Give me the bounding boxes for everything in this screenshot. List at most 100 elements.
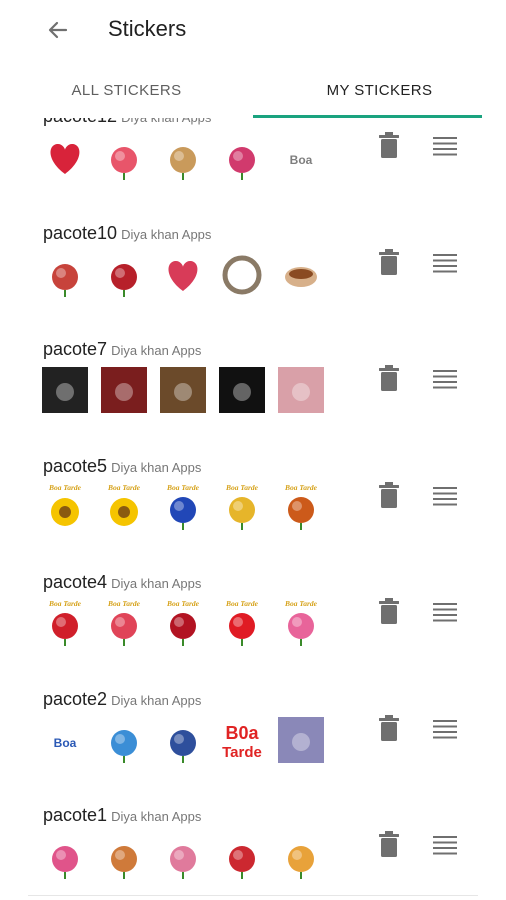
blue-rose-sticker: Boa Tarde [158, 482, 208, 532]
roses-card-sticker [99, 365, 149, 415]
pack-header: pacote5 Diya khan Apps [43, 456, 201, 477]
tab-bar: ALL STICKERS MY STICKERS [0, 62, 506, 118]
pack-header: pacote7 Diya khan Apps [43, 339, 201, 360]
back-arrow-icon[interactable] [42, 14, 74, 46]
boa-tarde-text-sticker: Boa [40, 715, 90, 765]
sticker-pack-row[interactable]: pacote1 Diya khan Apps [0, 805, 506, 900]
window-flowers-sticker [276, 715, 326, 765]
delete-icon[interactable] [378, 248, 400, 275]
svg-text:B0a: B0a [225, 723, 259, 743]
delete-icon[interactable] [378, 132, 400, 158]
flower-basket-sticker [217, 132, 267, 182]
app-bar: Stickers [0, 0, 506, 62]
sticker-pack-list[interactable]: pacote12Diya khan AppsBoapacote10Diya kh… [0, 118, 506, 900]
pack-name: pacote2 [43, 688, 108, 709]
pack-author: Diya khan Apps [111, 343, 202, 358]
drag-handle-icon[interactable] [433, 136, 457, 156]
pink-flowers-sticker [276, 365, 326, 415]
pack-name: pacote12 [43, 118, 117, 126]
sticker-pack-row[interactable]: pacote2 Diya khan Apps Boa B0a Tarde [0, 689, 506, 806]
boa-tarde-text-sticker: B0a Tarde [217, 715, 267, 765]
sticker-thumbnails: Boa [40, 132, 335, 182]
sticker-thumbnails [40, 831, 335, 881]
drag-handle-icon[interactable] [433, 369, 457, 389]
pack-header: pacote1 Diya khan Apps [43, 805, 201, 826]
svg-text:Boa Tarde: Boa Tarde [225, 599, 259, 608]
cartoon-sticker [158, 715, 208, 765]
pink-rose-sticker: Boa Tarde [276, 598, 326, 648]
sunflower-sticker: Boa Tarde [40, 482, 90, 532]
pack-author: Diya khan Apps [111, 809, 202, 824]
sticker-pack-row[interactable]: pacote5 Diya khan Apps Boa Tarde Boa Tarde B… [0, 456, 506, 573]
roses-frame-sticker [40, 249, 90, 299]
svg-text:Boa Tarde: Boa Tarde [166, 599, 200, 608]
svg-text:Tarde: Tarde [222, 744, 262, 761]
svg-text:Boa Tarde: Boa Tarde [107, 599, 141, 608]
divider [28, 895, 478, 896]
svg-text:Boa Tarde: Boa Tarde [107, 483, 141, 492]
pack-name: pacote10 [43, 222, 118, 243]
sticker-pack-row[interactable]: pacote7 Diya khan Apps [0, 339, 506, 456]
delete-icon[interactable] [378, 365, 400, 391]
svg-text:Boa Tarde: Boa Tarde [166, 483, 200, 492]
drag-handle-icon[interactable] [433, 835, 457, 855]
flower-pot-sticker: Boa Tarde [217, 482, 267, 532]
drag-handle-icon[interactable] [433, 719, 457, 739]
cartoon-sticker [40, 831, 90, 881]
pack-author: Diya khan Apps [121, 118, 211, 125]
rose-sticker: Boa Tarde [99, 598, 149, 648]
svg-text:Boa Tarde: Boa Tarde [284, 599, 318, 608]
night-card-sticker [217, 365, 267, 415]
hearts-sticker [40, 132, 90, 182]
autumn-photo-sticker [158, 365, 208, 415]
sticker-pack-row[interactable]: pacote10 Diya khan Apps [0, 223, 506, 340]
flower-pot-sticker: Boa Tarde [276, 482, 326, 532]
drag-handle-icon[interactable] [433, 253, 457, 273]
delete-icon[interactable] [378, 714, 400, 741]
drag-handle-icon[interactable] [433, 602, 457, 622]
tab-all-stickers[interactable]: ALL STICKERS [0, 62, 253, 118]
pack-author: Diya khan Apps [111, 576, 202, 591]
pack-header: pacote12 Diya khan Apps [43, 118, 211, 127]
sunflower-sticker: Boa Tarde [99, 482, 149, 532]
heart-wreath-sticker [158, 249, 208, 299]
tab-my-stickers[interactable]: MY STICKERS [253, 62, 506, 118]
svg-text:Boa: Boa [54, 736, 77, 750]
coffee-cup-sticker [276, 249, 326, 299]
svg-text:Boa: Boa [290, 153, 313, 167]
pack-name: pacote4 [43, 572, 108, 592]
delete-icon[interactable] [378, 598, 400, 624]
rose-sticker [99, 132, 149, 182]
dark-photo-sticker [40, 365, 90, 415]
red-rose-sticker: Boa Tarde [40, 598, 90, 648]
red-rose-sticker [99, 249, 149, 299]
pack-name: pacote1 [43, 805, 108, 825]
cartoon-sticker [158, 831, 208, 881]
pack-name: pacote7 [43, 339, 108, 359]
pack-author: Diya khan Apps [111, 459, 202, 475]
cartoon-sticker [99, 831, 149, 881]
sticker-thumbnails [40, 365, 335, 415]
delete-icon[interactable] [378, 481, 400, 508]
svg-text:Boa Tarde: Boa Tarde [225, 483, 259, 492]
roses-sticker: Boa Tarde [158, 598, 208, 648]
pack-header: pacote4 Diya khan Apps [43, 572, 201, 593]
sticker-thumbnails: Boa B0a Tarde [40, 715, 335, 765]
sticker-thumbnails: Boa Tarde Boa Tarde Boa Tarde Boa Tarde Boa … [40, 598, 335, 648]
delete-icon[interactable] [378, 831, 400, 857]
svg-text:Boa Tarde: Boa Tarde [48, 599, 82, 608]
pack-author: Diya khan Apps [111, 692, 202, 708]
teddy-bear-sticker [158, 132, 208, 182]
bom-dia-text-sticker: Boa [276, 132, 326, 182]
pack-header: pacote2 Diya khan Apps [43, 689, 201, 710]
sticker-pack-row[interactable]: pacote12 Diya khan Apps Boa [0, 118, 506, 223]
pack-author: Diya khan Apps [121, 226, 212, 242]
svg-text:Boa Tarde: Boa Tarde [48, 483, 82, 492]
sticker-pack-row[interactable]: pacote4 Diya khan Apps Boa Tarde Boa Tarde B… [0, 572, 506, 689]
pack-header: pacote10 Diya khan Apps [43, 223, 211, 244]
flower-wreath-sticker [217, 249, 267, 299]
drag-handle-icon[interactable] [433, 486, 457, 506]
sticker-thumbnails [40, 249, 335, 299]
cartoon-sticker [99, 715, 149, 765]
cartoon-sticker [217, 831, 267, 881]
